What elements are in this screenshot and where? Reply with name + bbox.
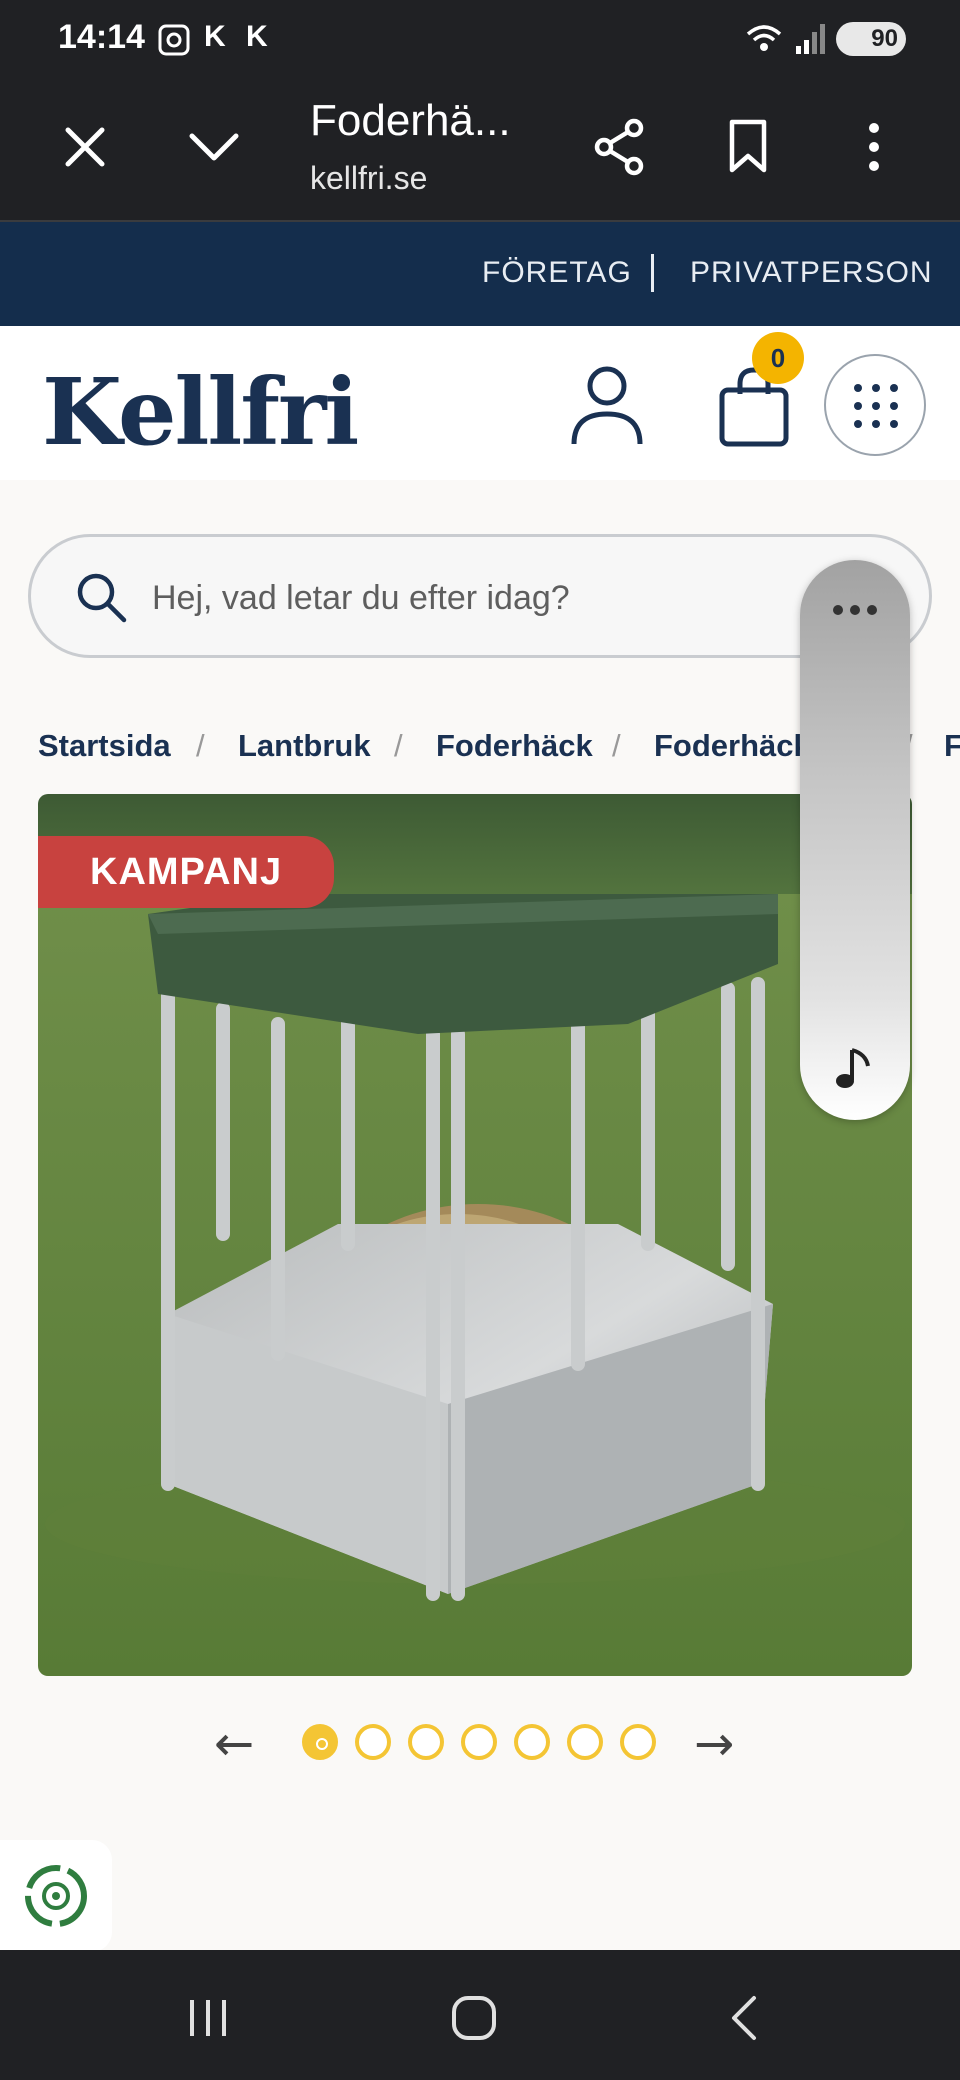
screenshot-icon bbox=[158, 24, 190, 56]
carousel-dot[interactable] bbox=[514, 1724, 550, 1760]
carousel-dot[interactable] bbox=[567, 1724, 603, 1760]
back-icon[interactable] bbox=[726, 1994, 762, 2042]
home-icon[interactable] bbox=[450, 1994, 498, 2042]
hay-feeder-illustration bbox=[38, 794, 912, 1676]
site-logo[interactable]: Kellfri bbox=[42, 358, 359, 466]
tab-domain[interactable]: kellfri.se bbox=[310, 160, 427, 197]
breadcrumb-item[interactable]: Foderhäck bbox=[436, 728, 593, 764]
chevron-down-icon[interactable] bbox=[188, 130, 240, 164]
carousel-dot[interactable] bbox=[620, 1724, 656, 1760]
status-time: 14:14 bbox=[58, 18, 145, 56]
private-link[interactable]: PRIVATPERSON bbox=[690, 256, 933, 290]
breadcrumb-separator: / bbox=[394, 728, 403, 763]
more-horiz-icon[interactable] bbox=[830, 600, 880, 620]
campaign-badge: KAMPANJ bbox=[38, 836, 334, 908]
menu-button[interactable] bbox=[824, 354, 926, 456]
more-vert-icon[interactable] bbox=[862, 120, 886, 174]
breadcrumb-item[interactable]: F bbox=[944, 728, 960, 764]
music-note-icon[interactable] bbox=[832, 1044, 876, 1092]
bookmark-icon[interactable] bbox=[728, 118, 768, 174]
eco-badge-button[interactable] bbox=[0, 1840, 112, 1952]
carousel-next-arrow[interactable]: → bbox=[694, 1716, 734, 1772]
carousel-dot[interactable] bbox=[461, 1724, 497, 1760]
breadcrumb-separator: / bbox=[196, 728, 205, 763]
account-icon[interactable] bbox=[568, 364, 646, 448]
carousel-dot[interactable] bbox=[355, 1724, 391, 1760]
strip-divider bbox=[651, 254, 654, 292]
grid-menu-icon bbox=[854, 384, 898, 428]
breadcrumb-item[interactable]: Lantbruk bbox=[238, 728, 371, 764]
product-image[interactable] bbox=[38, 794, 912, 1676]
carousel-dot[interactable] bbox=[408, 1724, 444, 1760]
breadcrumb-item[interactable]: Foderhäck bbox=[654, 728, 811, 764]
share-icon[interactable] bbox=[592, 118, 646, 176]
battery-indicator: 90 bbox=[836, 22, 906, 56]
breadcrumb-separator: / bbox=[612, 728, 621, 763]
status-notification-k: K bbox=[246, 20, 268, 53]
search-icon bbox=[77, 573, 127, 623]
business-link[interactable]: FÖRETAG bbox=[482, 256, 632, 290]
tab-title[interactable]: Foderhä... bbox=[310, 96, 511, 146]
floating-side-panel[interactable] bbox=[800, 560, 910, 1120]
signal-icon bbox=[796, 24, 825, 54]
search-input[interactable] bbox=[152, 576, 672, 620]
recycle-icon bbox=[25, 1865, 87, 1927]
carousel-prev-arrow[interactable]: ← bbox=[214, 1716, 254, 1772]
breadcrumb-item[interactable]: Startsida bbox=[38, 728, 171, 764]
wifi-icon bbox=[746, 25, 782, 51]
carousel-dot[interactable] bbox=[302, 1724, 338, 1760]
cart-count-badge: 0 bbox=[752, 332, 804, 384]
recent-apps-icon[interactable] bbox=[186, 1996, 230, 2040]
status-notification-k: K bbox=[204, 20, 226, 53]
close-icon[interactable] bbox=[62, 124, 108, 170]
